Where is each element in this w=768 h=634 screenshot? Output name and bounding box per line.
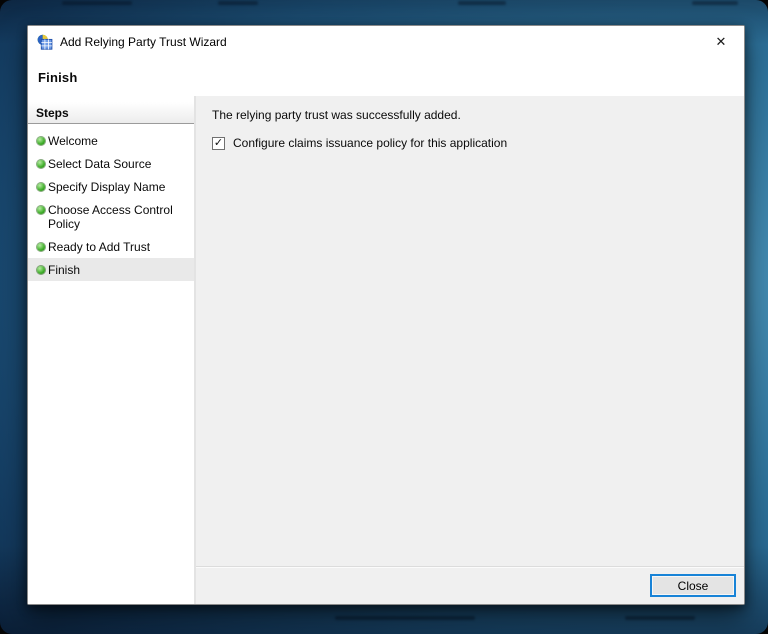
step-item-choose-access-control-policy[interactable]: Choose Access Control Policy — [28, 198, 194, 235]
background-window-remnant — [625, 616, 695, 620]
step-item-welcome[interactable]: Welcome — [28, 129, 194, 152]
background-window-remnant — [335, 616, 475, 620]
wizard-window: Add Relying Party Trust Wizard ✕ Finish … — [27, 25, 745, 605]
step-label: Finish — [48, 263, 80, 277]
claims-policy-checkbox-label: Configure claims issuance policy for thi… — [233, 136, 507, 150]
content-main: The relying party trust was successfully… — [196, 96, 744, 566]
claims-policy-checkbox-row[interactable]: ✓ Configure claims issuance policy for t… — [212, 136, 728, 150]
background-window-remnant — [218, 1, 258, 5]
steps-sidebar: Steps Welcome Select Data Source Specify… — [28, 96, 194, 604]
wizard-body: Steps Welcome Select Data Source Specify… — [28, 96, 744, 604]
step-label: Welcome — [48, 134, 98, 148]
close-action-button[interactable]: Close — [650, 574, 736, 597]
checkmark-icon: ✓ — [214, 138, 223, 148]
step-item-finish[interactable]: Finish — [28, 258, 194, 281]
content-pane: The relying party trust was successfully… — [194, 96, 744, 604]
adfs-wizard-icon — [36, 34, 53, 50]
step-complete-icon — [37, 206, 45, 214]
step-label: Select Data Source — [48, 157, 151, 171]
window-title: Add Relying Party Trust Wizard — [60, 35, 227, 49]
step-complete-icon — [37, 160, 45, 168]
claims-policy-checkbox[interactable]: ✓ — [212, 137, 225, 150]
page-title: Finish — [38, 70, 744, 85]
close-button[interactable]: ✕ — [706, 30, 736, 54]
step-label: Specify Display Name — [48, 180, 165, 194]
step-item-ready-to-add-trust[interactable]: Ready to Add Trust — [28, 235, 194, 258]
step-complete-icon — [37, 243, 45, 251]
step-item-select-data-source[interactable]: Select Data Source — [28, 152, 194, 175]
step-complete-icon — [37, 137, 45, 145]
background-window-remnant — [692, 1, 738, 5]
success-message: The relying party trust was successfully… — [212, 108, 728, 122]
step-label: Ready to Add Trust — [48, 240, 150, 254]
background-window-remnant — [458, 1, 506, 5]
steps-list: Welcome Select Data Source Specify Displ… — [28, 124, 194, 281]
background-window-remnant — [62, 1, 132, 5]
step-label: Choose Access Control Policy — [48, 203, 173, 231]
title-bar: Add Relying Party Trust Wizard ✕ — [28, 26, 744, 58]
desktop-background: Add Relying Party Trust Wizard ✕ Finish … — [0, 0, 768, 634]
steps-header: Steps — [28, 102, 194, 124]
step-complete-icon — [37, 266, 45, 274]
step-item-specify-display-name[interactable]: Specify Display Name — [28, 175, 194, 198]
step-complete-icon — [37, 183, 45, 191]
wizard-header: Finish — [28, 58, 744, 96]
footer-bar: Close — [196, 566, 744, 604]
close-icon: ✕ — [716, 36, 727, 49]
